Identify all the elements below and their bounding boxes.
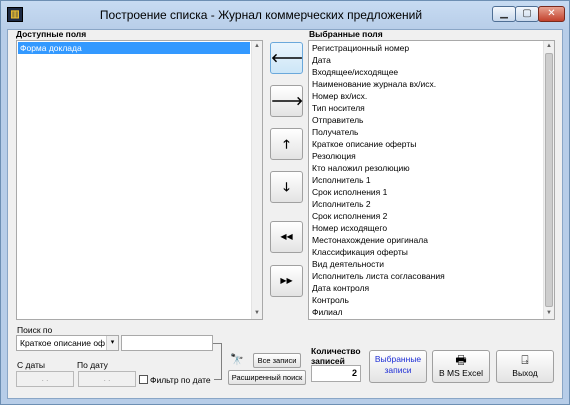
record-count-label: Количество записей <box>311 346 361 366</box>
date-from-input[interactable]: . . <box>16 371 74 387</box>
exit-door-icon: ⍈ <box>521 353 529 367</box>
scroll-down-icon[interactable]: ▼ <box>252 308 262 319</box>
available-fields-items: Форма доклада <box>17 41 251 319</box>
list-item[interactable]: Регистрационный номер <box>310 42 542 54</box>
window-title: Построение списка - Журнал коммерческих … <box>99 8 423 22</box>
available-fields-label: Доступные поля <box>16 29 87 39</box>
double-arrow-left-icon: ◀◀ <box>280 232 293 241</box>
title-bar[interactable]: ▥ Построение списка - Журнал коммерчески… <box>1 1 569 29</box>
list-item[interactable]: Дата контроля <box>310 282 542 294</box>
scrollbar-thumb[interactable] <box>545 53 553 307</box>
selected-scrollbar[interactable]: ▲ ▼ <box>543 41 554 319</box>
list-item[interactable]: Исполнитель листа согласования <box>310 270 542 282</box>
date-to-input[interactable]: . . <box>78 371 136 387</box>
list-item[interactable]: Исполнитель 1 <box>310 174 542 186</box>
list-item[interactable]: Резолюция <box>310 150 542 162</box>
scroll-up-icon[interactable]: ▲ <box>544 41 554 52</box>
chevron-down-icon[interactable]: ▾ <box>106 336 118 350</box>
list-item[interactable]: Форма доклада <box>18 42 250 54</box>
remove-field-button[interactable]: 🡒 <box>270 85 303 117</box>
minimize-icon: ▁ <box>500 8 508 19</box>
record-count-value: 2 <box>311 365 361 382</box>
available-fields-list[interactable]: Форма доклада ▲ ▼ <box>16 40 263 320</box>
list-item[interactable]: Входящее/исходящее <box>310 66 542 78</box>
close-icon: ✕ <box>547 8 556 19</box>
arrow-right-icon: 🡒 <box>271 94 304 108</box>
exit-label: Выход <box>512 368 538 378</box>
scroll-down-icon[interactable]: ▼ <box>544 308 554 319</box>
scroll-up-icon[interactable]: ▲ <box>252 41 262 52</box>
binoculars-icon: 🔭 <box>230 353 244 366</box>
selected-fields-label: Выбранные поля <box>309 29 383 39</box>
selected-fields-items: Регистрационный номер Дата Входящее/исходя… <box>309 41 543 319</box>
remove-all-fields-button[interactable]: ▶▶ <box>270 265 303 297</box>
date-to-label: По дату <box>77 360 108 370</box>
add-all-fields-button[interactable]: ◀◀ <box>270 221 303 253</box>
move-down-button[interactable]: 🡓 <box>270 171 303 203</box>
search-button[interactable]: 🔭 <box>230 353 248 367</box>
filter-by-date-checkbox[interactable] <box>139 375 148 384</box>
list-item[interactable]: Классификация оферты <box>310 246 542 258</box>
dialog-client-area: Доступные поля Форма доклада ▲ ▼ 🡐 🡒 🡑 🡓… <box>7 29 563 399</box>
add-field-button[interactable]: 🡐 <box>270 42 303 74</box>
search-by-label: Поиск по <box>17 325 53 335</box>
arrow-down-icon: 🡓 <box>283 180 290 194</box>
printer-icon: 🖶 <box>455 353 467 367</box>
selected-fields-list[interactable]: Регистрационный номер Дата Входящее/исходя… <box>308 40 555 320</box>
export-excel-label: В MS Excel <box>439 368 483 378</box>
list-item[interactable]: Тип носителя <box>310 102 542 114</box>
list-item[interactable]: Филиал <box>310 306 542 318</box>
list-item[interactable]: Контроль <box>310 294 542 306</box>
list-item[interactable]: Номер исходящего <box>310 222 542 234</box>
minimize-button[interactable]: ▁ <box>492 6 516 22</box>
bracket-line <box>214 379 222 380</box>
search-field-select[interactable]: Краткое описание оф ▾ <box>16 335 119 351</box>
selected-records-label: Выбранные записи <box>374 354 422 375</box>
search-field-value: Краткое описание оф <box>20 338 106 348</box>
exit-button[interactable]: ⍈ Выход <box>496 350 554 383</box>
list-item[interactable]: Срок исполнения 2 <box>310 210 542 222</box>
bracket-line <box>221 343 222 379</box>
maximize-icon: ▢ <box>522 8 532 19</box>
list-item[interactable]: Получатель <box>310 126 542 138</box>
available-scrollbar[interactable]: ▲ ▼ <box>251 41 262 319</box>
list-item[interactable]: Номер вх/исх. <box>310 90 542 102</box>
move-up-button[interactable]: 🡑 <box>270 128 303 160</box>
dialog-window: ▥ Построение списка - Журнал коммерчески… <box>0 0 570 405</box>
list-item[interactable]: Краткое описание оферты <box>310 138 542 150</box>
list-item[interactable]: Вид деятельности <box>310 258 542 270</box>
close-button[interactable]: ✕ <box>538 6 565 22</box>
maximize-button[interactable]: ▢ <box>515 6 539 22</box>
all-records-button[interactable]: Все записи <box>253 353 301 368</box>
list-item[interactable]: Кто наложил резолюцию <box>310 162 542 174</box>
arrow-left-icon: 🡐 <box>271 51 304 65</box>
list-item[interactable]: Отправитель <box>310 114 542 126</box>
list-item[interactable]: Исполнитель 2 <box>310 198 542 210</box>
advanced-search-button[interactable]: Расширенный поиск <box>228 370 306 385</box>
double-arrow-right-icon: ▶▶ <box>280 276 293 285</box>
filter-by-date-label: Фильтр по дате <box>150 375 211 385</box>
book-icon: ▥ <box>7 7 23 22</box>
list-item[interactable]: Местонахождение оригинала <box>310 234 542 246</box>
list-item[interactable]: Срок исполнения 1 <box>310 186 542 198</box>
arrow-up-icon: 🡑 <box>283 137 290 151</box>
selected-records-button[interactable]: Выбранные записи <box>369 350 427 383</box>
list-item[interactable]: Наименование журнала вх/исх. <box>310 78 542 90</box>
list-item[interactable]: Дата <box>310 54 542 66</box>
date-from-label: С даты <box>17 360 46 370</box>
search-text-input[interactable] <box>121 335 213 351</box>
export-excel-button[interactable]: 🖶 В MS Excel <box>432 350 490 383</box>
